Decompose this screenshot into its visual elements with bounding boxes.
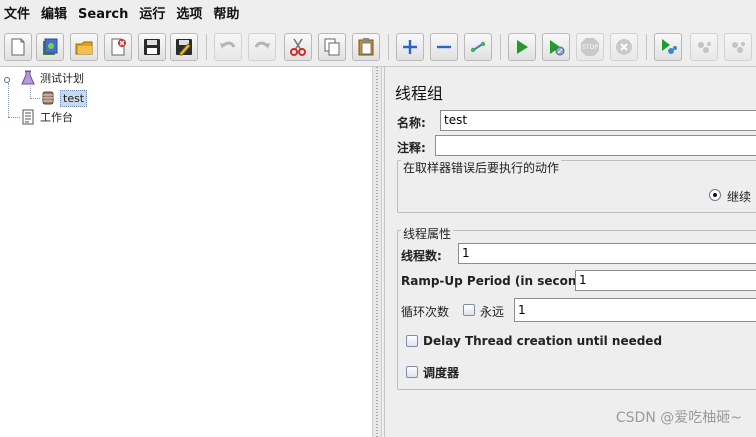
rampup-label: Ramp-Up Period (in seconds): [401,274,603,288]
tree-toggle-icon[interactable] [3,73,11,83]
tree-node-thread-group[interactable]: test [40,89,88,107]
panel-splitter[interactable] [372,67,382,437]
toolbar-separator [206,34,207,60]
menu-file[interactable]: 文件 [0,0,37,30]
toggle-icon [470,41,486,53]
forever-label: 永远 [480,305,505,319]
copy-icon [324,38,340,56]
cut-icon [290,38,306,56]
save-icon [144,39,160,55]
thread-group-panel: 线程组 名称: test 注释: 在取样器错误后要执行的动作 继续 线程属性 线… [384,67,756,437]
name-input[interactable]: test [440,110,756,131]
paste-button[interactable] [352,33,380,61]
stop-icon: STOP [581,38,599,56]
threads-input[interactable]: 1 [458,243,756,264]
save-button[interactable] [138,33,166,61]
toolbar-separator [646,34,647,60]
close-icon [111,38,126,56]
menu-help[interactable]: 帮助 [209,0,246,30]
comment-label: 注释: [397,141,426,155]
remote-start-icon [662,39,677,54]
test-plan-icon [20,70,36,86]
menu-search[interactable]: Search [74,0,135,30]
tree-node-workbench[interactable]: 工作台 [20,108,73,126]
expand-button[interactable] [396,33,424,61]
toolbar-separator [500,34,501,60]
scheduler-checkbox[interactable] [406,366,418,378]
comment-input[interactable] [435,135,756,156]
remote-stop-button[interactable] [690,33,718,61]
new-icon [11,38,25,56]
menu-run[interactable]: 运行 [135,0,172,30]
open-icon [75,41,93,55]
tree-node-label: 工作台 [40,111,73,124]
toolbar-separator [388,34,389,60]
remote-shutdown-button[interactable] [724,33,752,61]
shutdown-button[interactable] [610,33,638,61]
loop-count-label: 循环次数 [401,305,450,319]
loop-count-input[interactable]: 1 [514,298,756,322]
toggle-button[interactable] [464,33,492,61]
continue-label: 继续 [727,190,752,204]
redo-icon [254,41,270,49]
cut-button[interactable] [284,33,312,61]
delay-thread-label: Delay Thread creation until needed [423,334,663,348]
threads-label: 线程数: [401,249,442,263]
stop-button[interactable]: STOP [576,33,604,61]
redo-button[interactable] [248,33,276,61]
collapse-icon [437,45,451,49]
save-as-icon [176,39,192,56]
remote-shutdown-icon [732,42,745,53]
continue-radio[interactable] [709,189,721,201]
thread-group-icon [40,90,56,106]
save-as-button[interactable] [170,33,198,61]
remote-stop-icon [698,42,711,53]
forever-checkbox[interactable] [463,304,475,316]
tree-node-test-plan[interactable]: 测试计划 [20,69,84,87]
tree-node-label: test [60,89,88,107]
svg-text:STOP: STOP [582,44,598,51]
remote-start-button[interactable] [654,33,682,61]
start-icon [517,40,528,54]
start-no-pause-button[interactable] [542,33,570,61]
delay-thread-checkbox[interactable] [406,335,418,347]
tree-connector [8,117,20,118]
menu-options[interactable]: 选项 [172,0,209,30]
new-button[interactable] [4,33,32,61]
tree-connector [30,98,40,99]
page-title: 线程组 [395,84,444,103]
collapse-button[interactable] [430,33,458,61]
undo-icon [220,41,236,49]
paste-icon [358,38,374,56]
menu-edit[interactable]: 编辑 [37,0,74,30]
shutdown-icon [616,39,632,55]
undo-button[interactable] [214,33,242,61]
rampup-input[interactable]: 1 [575,270,756,291]
tree-connector [8,83,9,117]
name-label: 名称: [397,116,426,130]
toolbar: STOP [0,30,756,67]
close-button[interactable] [104,33,132,61]
watermark: CSDN @爱吃柚砸~ [615,410,742,426]
scheduler-label: 调度器 [423,366,460,380]
copy-button[interactable] [318,33,346,61]
expand-icon [403,40,417,54]
templates-icon [43,38,58,55]
error-action-title: 在取样器错误后要执行的动作 [401,159,562,176]
tree-node-label: 测试计划 [40,72,84,85]
templates-button[interactable] [36,33,64,61]
thread-properties-title: 线程属性 [401,225,454,242]
start-no-pause-icon [550,40,565,56]
workbench-icon [20,109,36,125]
open-button[interactable] [70,33,98,61]
menu-bar: 文件 编辑 Search 运行 选项 帮助 [0,0,756,30]
start-button[interactable] [508,33,536,61]
test-plan-tree: 测试计划 test 工作台 [0,67,372,437]
